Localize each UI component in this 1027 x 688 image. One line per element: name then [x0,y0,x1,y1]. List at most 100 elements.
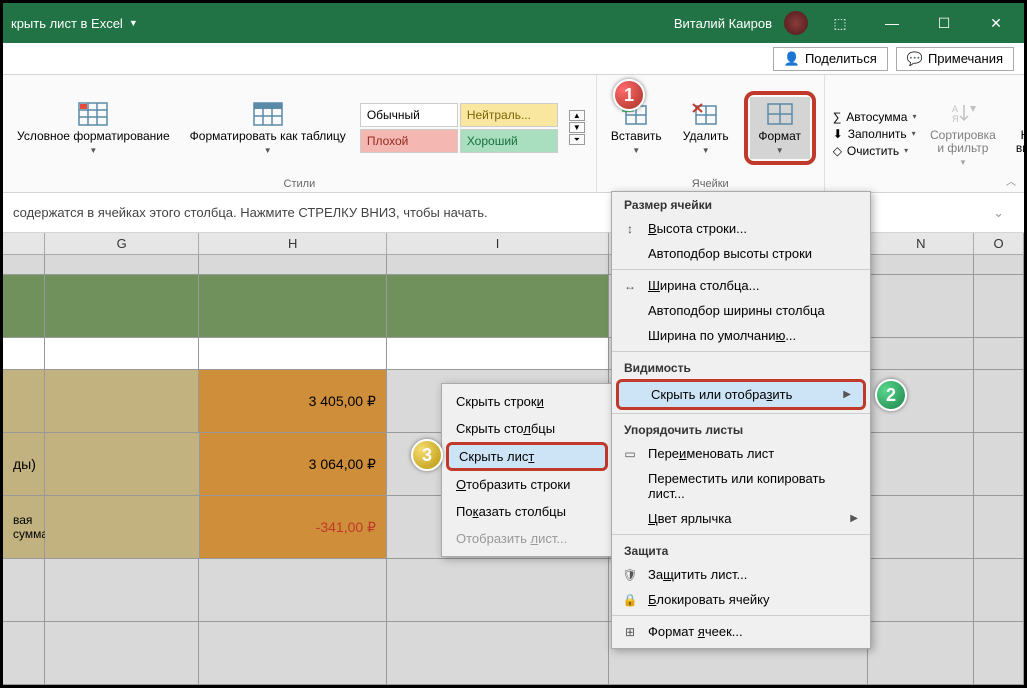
menu-lock-cell[interactable]: 🔒 Блокировать ячейку [612,587,870,612]
chevron-right-icon: ▶ [850,513,858,524]
cell[interactable] [45,370,200,433]
cell[interactable] [974,622,1024,685]
cell[interactable] [3,622,45,685]
format-dropdown-menu: Размер ячейки ↕ Высота строки... Автопод… [611,191,871,649]
menu-autofit-col[interactable]: Автоподбор ширины столбца [612,298,870,323]
cell[interactable] [868,255,974,275]
menu-format-cells[interactable]: ⊞ Формат ячеек... [612,619,870,644]
cell[interactable] [199,275,386,338]
cell[interactable] [199,559,386,622]
menu-row-height[interactable]: ↕ Высота строки... [612,216,870,241]
menu-col-width[interactable]: ↔ Ширина столбца... [612,273,870,298]
col-header-g[interactable]: G [45,233,200,254]
style-bad[interactable]: Плохой [360,129,458,153]
comments-button[interactable]: 💬 Примечания [896,47,1014,71]
submenu-hide-cols[interactable]: Скрыть столбцы [442,415,612,442]
styles-more-button[interactable]: ▲ ▼ ⏷ [566,110,588,145]
cell[interactable] [974,559,1024,622]
user-avatar[interactable] [784,11,808,35]
col-header-i[interactable]: I [387,233,609,254]
cell[interactable] [3,338,45,370]
cell-value[interactable]: -341,00 ₽ [200,496,387,559]
expand-formula-icon[interactable]: ⌄ [993,205,1004,221]
collapse-ribbon-icon[interactable]: ︿ [1006,173,1016,188]
cell[interactable] [974,275,1024,338]
cell[interactable] [868,275,974,338]
cell[interactable] [45,255,200,275]
submenu-hide-rows[interactable]: Скрыть строки [442,388,612,415]
cell[interactable] [974,433,1024,496]
cell[interactable] [868,338,974,370]
menu-label: Автоподбор высоты строки [648,246,812,261]
cell[interactable] [974,338,1024,370]
svg-text:Я: Я [952,114,959,124]
cell[interactable] [868,496,974,559]
cell[interactable] [199,255,386,275]
style-neutral[interactable]: Нейтраль... [460,103,558,127]
col-header-o[interactable]: O [974,233,1024,254]
menu-tab-color[interactable]: Цвет ярлычка ▶ [612,506,870,531]
cell[interactable] [3,370,45,433]
cell-label[interactable]: ды) [3,433,45,496]
menu-move-copy-sheet[interactable]: Переместить или копировать лист... [612,466,870,506]
menu-rename-sheet[interactable]: ▭ Переименовать лист [612,441,870,466]
find-select-button[interactable]: Найти и выделить ▼ [1009,96,1027,171]
format-label: Формат [758,130,801,143]
clear-button[interactable]: ◇ Очистить ▾ [833,144,917,158]
cell[interactable] [387,622,609,685]
cell-value[interactable]: 3 405,00 ₽ [199,370,386,433]
cell[interactable] [974,255,1024,275]
close-button[interactable]: ✕ [976,8,1016,38]
cell[interactable] [199,622,386,685]
style-good[interactable]: Хороший [460,129,558,153]
submenu-hide-sheet[interactable]: Скрыть лист [446,442,608,471]
cell[interactable] [868,559,974,622]
cell[interactable] [3,559,45,622]
cell[interactable] [387,559,609,622]
rename-icon: ▭ [622,447,638,461]
autosum-button[interactable]: ∑ Автосумма ▾ [833,110,917,124]
menu-autofit-row[interactable]: Автоподбор высоты строки [612,241,870,266]
cell[interactable] [387,338,609,370]
submenu-show-rows[interactable]: Отобразить строки [442,471,612,498]
cell-value[interactable]: 3 064,00 ₽ [200,433,387,496]
fill-button[interactable]: ⬇ Заполнить ▾ [833,127,917,141]
cell[interactable] [387,255,609,275]
cell[interactable] [199,338,386,370]
chevron-down-icon: ▼ [776,146,784,155]
cell[interactable] [3,255,45,275]
share-button[interactable]: 👤 Поделиться [773,47,888,71]
cell[interactable] [3,275,45,338]
cell[interactable] [45,559,200,622]
ribbon-options-button[interactable]: ⬚ [820,8,860,38]
style-normal[interactable]: Обычный [360,103,458,127]
conditional-formatting-button[interactable]: Условное форматирование ▼ [11,97,176,159]
cell[interactable] [45,338,200,370]
col-header-f[interactable] [3,233,45,254]
maximize-button[interactable]: ☐ [924,8,964,38]
format-as-table-button[interactable]: Форматировать как таблицу ▼ [184,97,352,159]
chevron-right-icon: ▶ [843,389,851,400]
sort-filter-button[interactable]: AЯ Сортировка и фильтр ▼ [924,96,1001,171]
menu-hide-show[interactable]: Скрыть или отобразить ▶ [616,379,866,410]
delete-button[interactable]: Удалить ▼ [676,97,736,159]
col-header-n[interactable]: N [868,233,974,254]
cell[interactable] [387,275,609,338]
menu-protect-sheet[interactable]: 🛡 Защитить лист... [612,562,870,587]
format-button[interactable]: Формат ▼ [750,97,810,159]
submenu-show-cols[interactable]: Показать столбцы [442,498,612,525]
cell[interactable] [45,433,200,496]
title-dropdown-icon[interactable]: ▼ [129,18,138,28]
cell[interactable] [45,275,200,338]
cell[interactable] [868,433,974,496]
minimize-button[interactable]: — [872,8,912,38]
cell[interactable] [45,496,200,559]
cell[interactable] [974,496,1024,559]
cell[interactable] [45,622,200,685]
cell[interactable] [868,622,974,685]
cell[interactable] [974,370,1024,433]
cell-label[interactable]: вая сумма) [3,496,45,559]
col-header-h[interactable]: H [199,233,386,254]
cell-styles-gallery[interactable]: Обычный Нейтраль... Плохой Хороший [360,103,558,153]
menu-default-width[interactable]: Ширина по умолчанию... [612,323,870,348]
